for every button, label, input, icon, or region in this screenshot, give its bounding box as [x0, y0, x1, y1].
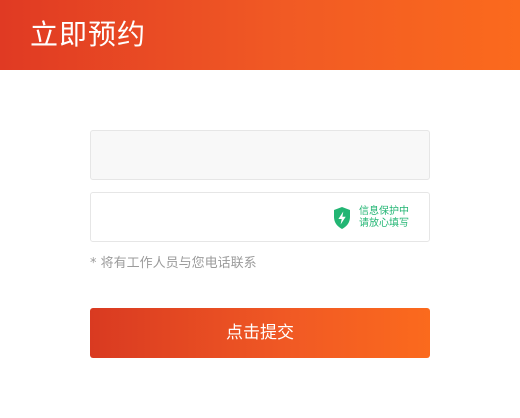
name-field[interactable] [90, 130, 430, 180]
privacy-line-1: 信息保护中 [359, 206, 409, 217]
privacy-badge: 信息保护中 请放心填写 [332, 205, 409, 231]
booking-page: 立即预约 信息保护中 请放心填写 * 将有工作人员与您电话联系 点击提交 [0, 0, 520, 418]
privacy-line-2: 请放心填写 [359, 218, 409, 229]
submit-button[interactable]: 点击提交 [90, 308, 430, 358]
privacy-text: 信息保护中 请放心填写 [359, 206, 409, 230]
shield-lightning-icon [334, 207, 350, 229]
name-input[interactable] [91, 131, 429, 179]
page-title: 立即预约 [30, 18, 147, 51]
header-bar: 立即预约 [0, 0, 520, 70]
contact-hint: * 将有工作人员与您电话联系 [90, 256, 257, 271]
phone-field[interactable]: 信息保护中 请放心填写 [90, 192, 430, 242]
